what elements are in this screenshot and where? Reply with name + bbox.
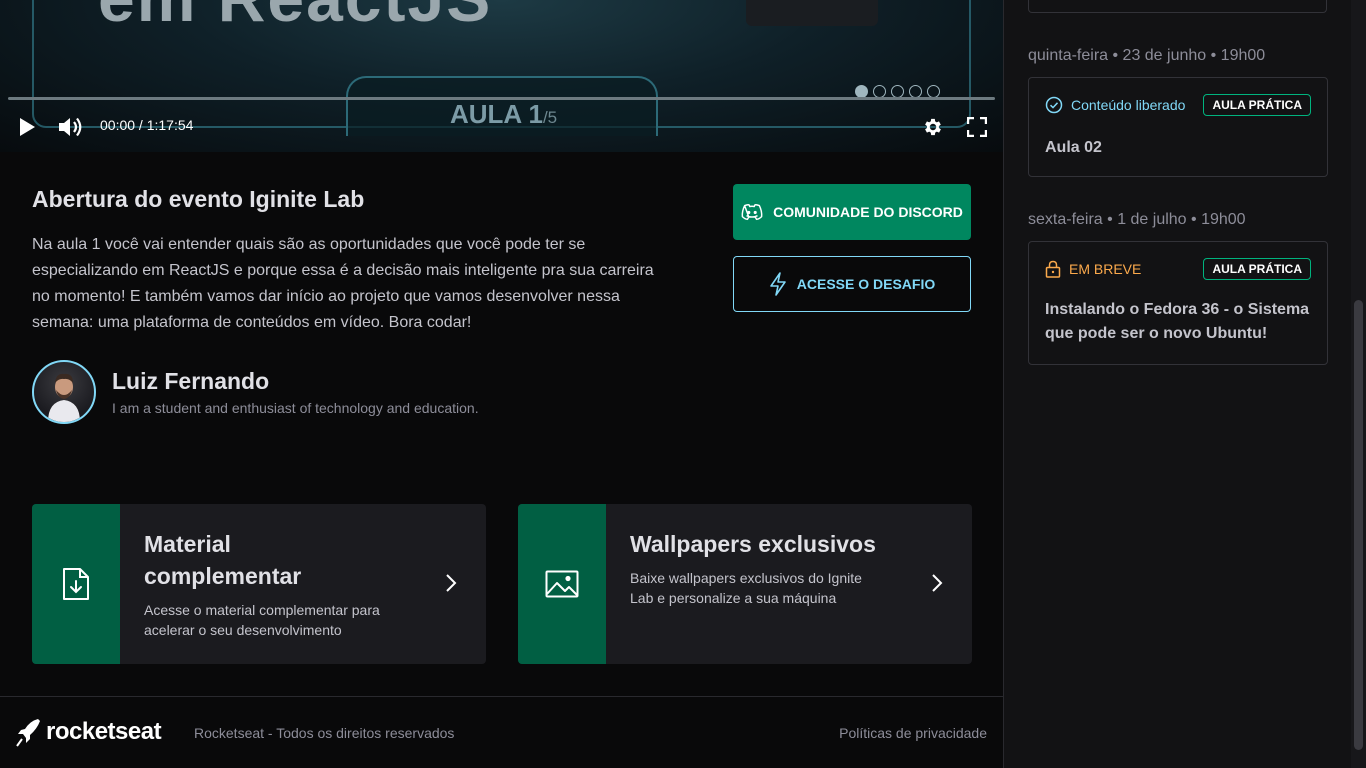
video-time: 00:00 / 1:17:54 bbox=[100, 117, 194, 133]
fullscreen-button[interactable] bbox=[964, 114, 990, 140]
discord-button-label: COMUNIDADE DO DISCORD bbox=[773, 204, 963, 220]
chevron-right-icon bbox=[932, 574, 943, 592]
sidebar-lesson-card[interactable]: Conteúdo liberado AULA PRÁTICA Aula 02 bbox=[1028, 77, 1328, 177]
wallpapers-card-title: Wallpapers exclusivos bbox=[630, 531, 876, 557]
page-scrollbar[interactable] bbox=[1351, 0, 1366, 768]
material-card-text: Acesse o material complementar para acel… bbox=[144, 602, 380, 638]
lesson-description: Na aula 1 você vai entender quais são as… bbox=[32, 236, 654, 331]
lesson-date: quinta-feira • 23 de junho • 19h00 bbox=[1028, 47, 1266, 64]
volume-button[interactable] bbox=[56, 113, 84, 141]
material-card-title: Material complementar bbox=[144, 531, 302, 589]
material-card-icon-box bbox=[32, 504, 120, 664]
rocket-icon bbox=[16, 719, 40, 747]
lesson-type-badge: AULA PRÁTICA bbox=[1203, 258, 1311, 280]
play-button[interactable] bbox=[14, 114, 40, 140]
chevron-right-icon bbox=[446, 574, 457, 592]
author-bio: I am a student and enthusiast of technol… bbox=[112, 400, 479, 416]
discord-icon bbox=[741, 204, 763, 221]
rocketseat-logo[interactable]: rocketseat bbox=[16, 717, 162, 747]
sidebar-lesson-card-partial[interactable] bbox=[1028, 0, 1327, 13]
play-icon bbox=[20, 118, 35, 136]
fullscreen-icon bbox=[967, 117, 987, 137]
privacy-policy-link[interactable]: Políticas de privacidade bbox=[839, 725, 987, 741]
lightning-icon bbox=[769, 272, 786, 296]
sidebar-lesson-card[interactable]: EM BREVE AULA PRÁTICA Instalando o Fedor… bbox=[1028, 241, 1328, 365]
lock-icon bbox=[1045, 260, 1061, 278]
video-title-graphic: em ReactJS bbox=[98, 0, 492, 36]
lesson-status-label: Conteúdo liberado bbox=[1071, 97, 1186, 113]
file-download-icon bbox=[63, 568, 89, 600]
lesson-type-badge: AULA PRÁTICA bbox=[1203, 94, 1311, 116]
settings-button[interactable] bbox=[920, 114, 946, 140]
author-photo bbox=[48, 373, 80, 422]
video-lesson-number: AULA 1/5 bbox=[450, 99, 558, 129]
wallpapers-card-text: Baixe wallpapers exclusivos do Ignite La… bbox=[630, 570, 862, 606]
challenge-button[interactable]: ACESSE O DESAFIO bbox=[733, 256, 971, 312]
footer: rocketseat Rocketseat - Todos os direito… bbox=[0, 696, 1003, 768]
lesson-status-label: EM BREVE bbox=[1069, 261, 1142, 277]
check-circle-icon bbox=[1045, 96, 1063, 114]
discord-community-button[interactable]: COMUNIDADE DO DISCORD bbox=[733, 184, 971, 240]
material-card[interactable]: Material complementar Acesse o material … bbox=[32, 504, 486, 664]
wallpapers-card[interactable]: Wallpapers exclusivos Baixe wallpapers e… bbox=[518, 504, 972, 664]
image-icon bbox=[545, 570, 579, 598]
scrollbar-thumb[interactable] bbox=[1354, 300, 1363, 750]
lesson-title: Instalando o Fedora 36 - o Sistema que p… bbox=[1045, 301, 1310, 342]
gear-icon bbox=[925, 118, 941, 136]
volume-icon bbox=[59, 117, 82, 137]
footer-copyright: Rocketseat - Todos os direitos reservado… bbox=[194, 725, 455, 741]
lesson-status: EM BREVE bbox=[1045, 260, 1141, 278]
main-content: em ReactJS AULA 1/5 00:00 / 1:17:54 Aber… bbox=[0, 0, 1003, 768]
video-player[interactable]: em ReactJS AULA 1/5 00:00 / 1:17:54 bbox=[0, 0, 1003, 152]
lessons-sidebar: quinta-feira • 23 de junho • 19h00 Conte… bbox=[1003, 0, 1351, 768]
lesson-title: Abertura do evento Iginite Lab bbox=[32, 186, 365, 212]
lesson-title: Aula 02 bbox=[1045, 139, 1102, 156]
lesson-status: Conteúdo liberado bbox=[1045, 96, 1185, 114]
wallpapers-card-icon-box bbox=[518, 504, 606, 664]
video-chat-bubble-graphic bbox=[746, 0, 878, 26]
avatar bbox=[32, 360, 96, 424]
author-name: Luiz Fernando bbox=[112, 368, 270, 394]
brand-name: rocketseat bbox=[46, 718, 162, 745]
challenge-button-label: ACESSE O DESAFIO bbox=[796, 276, 936, 292]
video-progress-bar[interactable] bbox=[8, 97, 995, 100]
lesson-date: sexta-feira • 1 de julho • 19h00 bbox=[1028, 211, 1246, 228]
